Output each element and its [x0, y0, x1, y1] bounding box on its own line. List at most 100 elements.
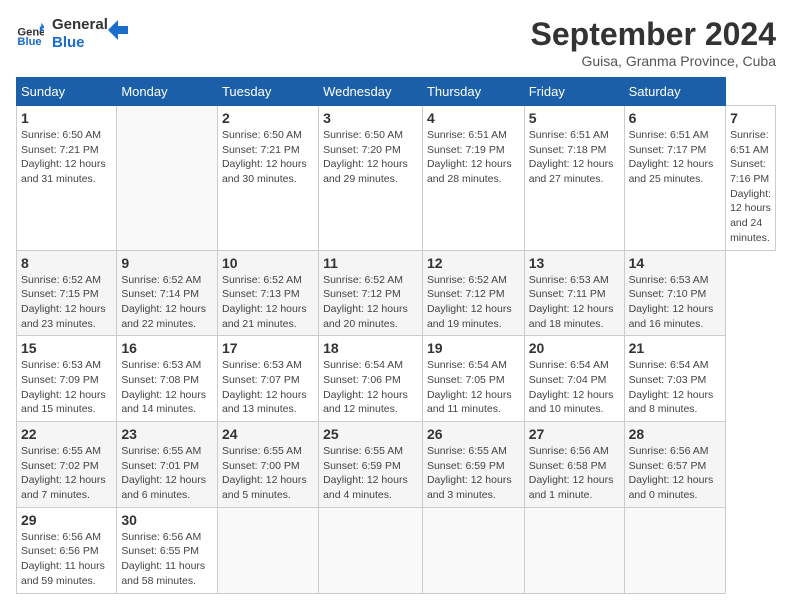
- header-saturday: Saturday: [624, 78, 725, 106]
- calendar-cell: 23 Sunrise: 6:55 AMSunset: 7:01 PMDaylig…: [117, 422, 218, 508]
- day-info: Sunrise: 6:56 AMSunset: 6:56 PMDaylight:…: [21, 530, 112, 589]
- calendar-cell: 27 Sunrise: 6:56 AMSunset: 6:58 PMDaylig…: [524, 422, 624, 508]
- calendar-cell: 24 Sunrise: 6:55 AMSunset: 7:00 PMDaylig…: [217, 422, 318, 508]
- day-info: Sunrise: 6:50 AMSunset: 7:20 PMDaylight:…: [323, 128, 418, 187]
- day-number: 29: [21, 512, 112, 528]
- calendar-cell: 11 Sunrise: 6:52 AMSunset: 7:12 PMDaylig…: [319, 250, 423, 336]
- calendar-cell: 6 Sunrise: 6:51 AMSunset: 7:17 PMDayligh…: [624, 106, 725, 251]
- calendar-cell: 4 Sunrise: 6:51 AMSunset: 7:19 PMDayligh…: [422, 106, 524, 251]
- day-info: Sunrise: 6:52 AMSunset: 7:12 PMDaylight:…: [427, 273, 520, 332]
- calendar-cell: 15 Sunrise: 6:53 AMSunset: 7:09 PMDaylig…: [17, 336, 117, 422]
- day-number: 2: [222, 110, 314, 126]
- day-number: 5: [529, 110, 620, 126]
- calendar-table: Sunday Monday Tuesday Wednesday Thursday…: [16, 77, 776, 594]
- calendar-cell: 19 Sunrise: 6:54 AMSunset: 7:05 PMDaylig…: [422, 336, 524, 422]
- calendar-cell: 22 Sunrise: 6:55 AMSunset: 7:02 PMDaylig…: [17, 422, 117, 508]
- header-monday: Monday: [117, 78, 218, 106]
- day-number: 13: [529, 255, 620, 271]
- logo: General Blue General Blue: [16, 16, 128, 52]
- day-info: Sunrise: 6:56 AMSunset: 6:55 PMDaylight:…: [121, 530, 213, 589]
- day-info: Sunrise: 6:53 AMSunset: 7:07 PMDaylight:…: [222, 358, 314, 417]
- header-friday: Friday: [524, 78, 624, 106]
- day-number: 24: [222, 426, 314, 442]
- calendar-cell: 28 Sunrise: 6:56 AMSunset: 6:57 PMDaylig…: [624, 422, 725, 508]
- calendar-cell: 17 Sunrise: 6:53 AMSunset: 7:07 PMDaylig…: [217, 336, 318, 422]
- day-number: 16: [121, 340, 213, 356]
- day-info: Sunrise: 6:54 AMSunset: 7:06 PMDaylight:…: [323, 358, 418, 417]
- day-number: 20: [529, 340, 620, 356]
- day-number: 7: [730, 110, 771, 126]
- week-row-2: 8 Sunrise: 6:52 AMSunset: 7:15 PMDayligh…: [17, 250, 776, 336]
- calendar-cell: 14 Sunrise: 6:53 AMSunset: 7:10 PMDaylig…: [624, 250, 725, 336]
- calendar-cell: 10 Sunrise: 6:52 AMSunset: 7:13 PMDaylig…: [217, 250, 318, 336]
- header-row: Sunday Monday Tuesday Wednesday Thursday…: [17, 78, 776, 106]
- day-info: Sunrise: 6:55 AMSunset: 7:02 PMDaylight:…: [21, 444, 112, 503]
- day-number: 28: [629, 426, 721, 442]
- calendar-cell: [422, 507, 524, 593]
- day-info: Sunrise: 6:56 AMSunset: 6:57 PMDaylight:…: [629, 444, 721, 503]
- day-info: Sunrise: 6:55 AMSunset: 6:59 PMDaylight:…: [427, 444, 520, 503]
- day-number: 9: [121, 255, 213, 271]
- location-subtitle: Guisa, Granma Province, Cuba: [531, 53, 776, 69]
- calendar-cell: [319, 507, 423, 593]
- day-info: Sunrise: 6:52 AMSunset: 7:14 PMDaylight:…: [121, 273, 213, 332]
- calendar-cell: 7 Sunrise: 6:51 AMSunset: 7:16 PMDayligh…: [726, 106, 776, 251]
- calendar-cell: 8 Sunrise: 6:52 AMSunset: 7:15 PMDayligh…: [17, 250, 117, 336]
- day-info: Sunrise: 6:50 AMSunset: 7:21 PMDaylight:…: [222, 128, 314, 187]
- day-info: Sunrise: 6:55 AMSunset: 6:59 PMDaylight:…: [323, 444, 418, 503]
- day-number: 27: [529, 426, 620, 442]
- logo-arrow-icon: [108, 20, 128, 40]
- day-number: 30: [121, 512, 213, 528]
- week-row-5: 29 Sunrise: 6:56 AMSunset: 6:56 PMDaylig…: [17, 507, 776, 593]
- day-info: Sunrise: 6:56 AMSunset: 6:58 PMDaylight:…: [529, 444, 620, 503]
- day-number: 1: [21, 110, 112, 126]
- calendar-cell: 2 Sunrise: 6:50 AMSunset: 7:21 PMDayligh…: [217, 106, 318, 251]
- week-row-1: 1 Sunrise: 6:50 AMSunset: 7:21 PMDayligh…: [17, 106, 776, 251]
- week-row-3: 15 Sunrise: 6:53 AMSunset: 7:09 PMDaylig…: [17, 336, 776, 422]
- day-info: Sunrise: 6:54 AMSunset: 7:05 PMDaylight:…: [427, 358, 520, 417]
- day-number: 14: [629, 255, 721, 271]
- header-tuesday: Tuesday: [217, 78, 318, 106]
- day-number: 15: [21, 340, 112, 356]
- page-header: General Blue General Blue September 2024…: [16, 16, 776, 69]
- day-info: Sunrise: 6:51 AMSunset: 7:17 PMDaylight:…: [629, 128, 721, 187]
- day-info: Sunrise: 6:53 AMSunset: 7:08 PMDaylight:…: [121, 358, 213, 417]
- calendar-cell: [117, 106, 218, 251]
- day-info: Sunrise: 6:54 AMSunset: 7:04 PMDaylight:…: [529, 358, 620, 417]
- calendar-cell: 9 Sunrise: 6:52 AMSunset: 7:14 PMDayligh…: [117, 250, 218, 336]
- day-number: 21: [629, 340, 721, 356]
- logo-icon: General Blue: [16, 20, 44, 48]
- day-number: 10: [222, 255, 314, 271]
- day-info: Sunrise: 6:53 AMSunset: 7:11 PMDaylight:…: [529, 273, 620, 332]
- day-info: Sunrise: 6:52 AMSunset: 7:13 PMDaylight:…: [222, 273, 314, 332]
- calendar-cell: 13 Sunrise: 6:53 AMSunset: 7:11 PMDaylig…: [524, 250, 624, 336]
- day-number: 12: [427, 255, 520, 271]
- day-info: Sunrise: 6:51 AMSunset: 7:16 PMDaylight:…: [730, 128, 771, 246]
- calendar-cell: [524, 507, 624, 593]
- calendar-cell: 21 Sunrise: 6:54 AMSunset: 7:03 PMDaylig…: [624, 336, 725, 422]
- header-sunday: Sunday: [17, 78, 117, 106]
- day-number: 23: [121, 426, 213, 442]
- calendar-cell: 12 Sunrise: 6:52 AMSunset: 7:12 PMDaylig…: [422, 250, 524, 336]
- day-number: 3: [323, 110, 418, 126]
- calendar-cell: 29 Sunrise: 6:56 AMSunset: 6:56 PMDaylig…: [17, 507, 117, 593]
- day-number: 18: [323, 340, 418, 356]
- day-number: 26: [427, 426, 520, 442]
- week-row-4: 22 Sunrise: 6:55 AMSunset: 7:02 PMDaylig…: [17, 422, 776, 508]
- calendar-cell: 16 Sunrise: 6:53 AMSunset: 7:08 PMDaylig…: [117, 336, 218, 422]
- day-number: 25: [323, 426, 418, 442]
- day-info: Sunrise: 6:55 AMSunset: 7:00 PMDaylight:…: [222, 444, 314, 503]
- day-info: Sunrise: 6:55 AMSunset: 7:01 PMDaylight:…: [121, 444, 213, 503]
- calendar-cell: [217, 507, 318, 593]
- day-info: Sunrise: 6:54 AMSunset: 7:03 PMDaylight:…: [629, 358, 721, 417]
- day-number: 8: [21, 255, 112, 271]
- day-number: 19: [427, 340, 520, 356]
- day-info: Sunrise: 6:53 AMSunset: 7:10 PMDaylight:…: [629, 273, 721, 332]
- calendar-cell: 30 Sunrise: 6:56 AMSunset: 6:55 PMDaylig…: [117, 507, 218, 593]
- header-thursday: Thursday: [422, 78, 524, 106]
- calendar-cell: 3 Sunrise: 6:50 AMSunset: 7:20 PMDayligh…: [319, 106, 423, 251]
- day-info: Sunrise: 6:52 AMSunset: 7:15 PMDaylight:…: [21, 273, 112, 332]
- calendar-cell: 26 Sunrise: 6:55 AMSunset: 6:59 PMDaylig…: [422, 422, 524, 508]
- day-number: 4: [427, 110, 520, 126]
- day-number: 22: [21, 426, 112, 442]
